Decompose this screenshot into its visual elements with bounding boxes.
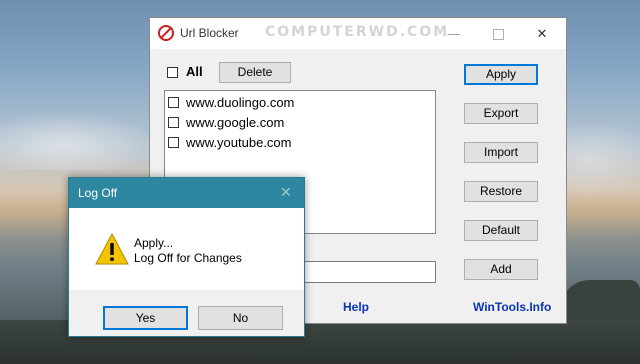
url-input[interactable] [300, 261, 436, 283]
dialog-title: Log Off [78, 186, 118, 200]
title-bar[interactable]: Url Blocker COMPUTERWD.COM — ✕ [150, 18, 566, 49]
url-label: www.google.com [186, 114, 285, 130]
watermark: COMPUTERWD.COM [265, 24, 450, 40]
warning-icon [95, 233, 129, 265]
maximize-icon [492, 29, 504, 41]
url-label: www.duolingo.com [186, 94, 295, 110]
dialog-message: Log Off for Changes [134, 251, 242, 265]
url-checkbox[interactable] [168, 136, 179, 148]
wintools-link[interactable]: WinTools.Info [473, 300, 551, 314]
close-button[interactable]: ✕ [520, 18, 564, 49]
window-title: Url Blocker [180, 26, 239, 40]
apply-button[interactable]: Apply [464, 64, 538, 85]
maximize-button[interactable] [476, 18, 520, 49]
delete-button[interactable]: Delete [219, 62, 291, 83]
dialog-close-button[interactable]: ✕ [280, 184, 292, 201]
help-link[interactable]: Help [343, 300, 369, 314]
list-item[interactable]: www.duolingo.com [168, 93, 294, 111]
list-item[interactable]: www.youtube.com [168, 133, 292, 151]
yes-button[interactable]: Yes [103, 306, 188, 330]
select-all-checkbox[interactable] [167, 67, 178, 78]
add-button[interactable]: Add [464, 259, 538, 280]
import-button[interactable]: Import [464, 142, 538, 163]
url-label: www.youtube.com [186, 134, 292, 150]
log-off-dialog: Log Off ✕ Apply... Log Off for Changes Y… [68, 177, 305, 337]
no-button[interactable]: No [198, 306, 283, 330]
dialog-message: Apply... [134, 236, 174, 250]
rock [560, 280, 640, 320]
minimize-button[interactable]: — [432, 18, 476, 49]
dialog-title-bar[interactable]: Log Off ✕ [69, 178, 304, 208]
export-button[interactable]: Export [464, 103, 538, 124]
url-checkbox[interactable] [168, 96, 179, 108]
no-entry-icon [158, 25, 174, 41]
default-button[interactable]: Default [464, 220, 538, 241]
restore-button[interactable]: Restore [464, 181, 538, 202]
list-item[interactable]: www.google.com [168, 113, 284, 131]
select-all-label: All [186, 64, 203, 79]
url-checkbox[interactable] [168, 116, 179, 128]
cloud [0, 110, 160, 170]
